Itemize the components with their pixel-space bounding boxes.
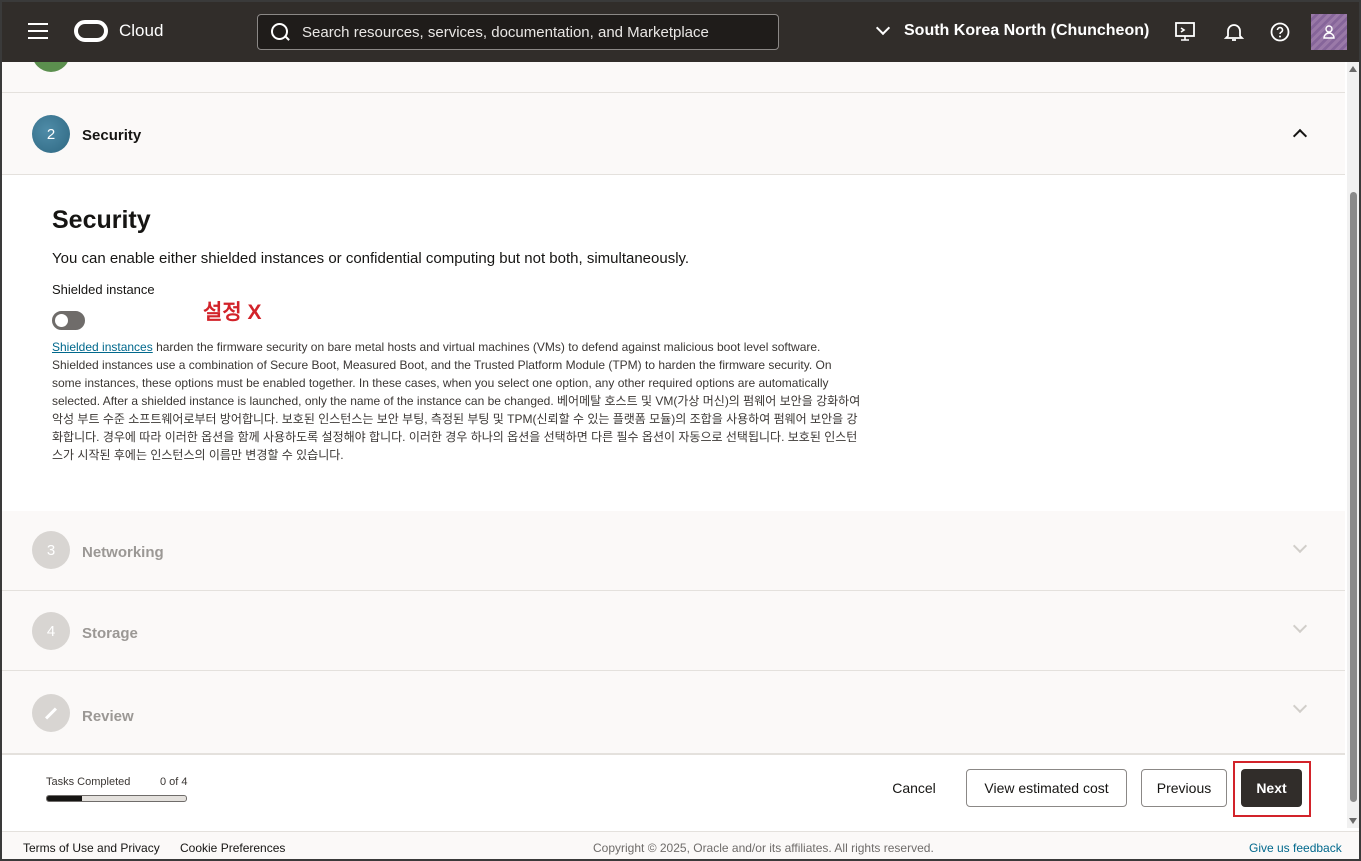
vertical-scrollbar[interactable] xyxy=(1347,62,1359,828)
tasks-completed-label: Tasks Completed xyxy=(46,776,131,788)
security-description: You can enable either shielded instances… xyxy=(52,250,690,267)
user-avatar-icon[interactable] xyxy=(1311,14,1347,50)
review-step-circle xyxy=(32,694,70,732)
chevron-down-icon[interactable] xyxy=(1292,698,1308,714)
search-input[interactable] xyxy=(302,23,762,41)
cancel-button[interactable]: Cancel xyxy=(882,769,946,807)
scroll-up-arrow-icon[interactable] xyxy=(1349,66,1357,72)
security-heading: Security xyxy=(52,206,151,234)
brand-name: Cloud xyxy=(119,21,164,40)
chevron-down-icon xyxy=(875,20,891,36)
region-name: South Korea North (Chuncheon) xyxy=(904,22,1150,39)
pencil-icon xyxy=(44,706,58,720)
step-title-storage: Storage xyxy=(82,625,138,642)
step-2-circle: 2 xyxy=(32,115,70,153)
top-navigation-bar: Cloud South Korea North (Chuncheon) xyxy=(2,2,1359,62)
shielded-help-body: harden the firmware security on bare met… xyxy=(52,340,861,462)
step-title-security: Security xyxy=(82,127,142,144)
step-3-circle: 3 xyxy=(32,531,70,569)
cookie-preferences-link[interactable]: Cookie Preferences xyxy=(180,841,285,855)
step-title-review: Review xyxy=(82,708,134,725)
shielded-help-text: Shielded instances harden the firmware s… xyxy=(52,338,862,464)
copyright-text: Copyright © 2025, Oracle and/or its affi… xyxy=(593,841,934,855)
tasks-progress-fill xyxy=(47,796,82,801)
tasks-progress-bar xyxy=(46,795,187,802)
next-button[interactable]: Next xyxy=(1241,769,1302,807)
step-title-networking: Networking xyxy=(82,544,164,561)
step-4-circle: 4 xyxy=(32,612,70,650)
bell-icon[interactable] xyxy=(1222,20,1246,44)
search-bar[interactable] xyxy=(257,14,779,50)
shielded-instances-link[interactable]: Shielded instances xyxy=(52,340,153,354)
step-header-storage[interactable]: 4 Storage xyxy=(2,591,1345,671)
oracle-logo-icon xyxy=(74,20,108,42)
give-feedback-link[interactable]: Give us feedback xyxy=(1249,841,1342,855)
wizard-footer: Tasks Completed 0 of 4 Cancel View estim… xyxy=(2,754,1345,828)
previous-button[interactable]: Previous xyxy=(1141,769,1227,807)
help-icon[interactable] xyxy=(1268,20,1292,44)
scroll-down-arrow-icon[interactable] xyxy=(1349,818,1357,824)
chevron-down-icon[interactable] xyxy=(1292,538,1308,554)
step-header-networking[interactable]: 3 Networking xyxy=(2,511,1345,591)
view-estimated-cost-button[interactable]: View estimated cost xyxy=(966,769,1127,807)
wizard-content: 2 Security Security You can enable eithe… xyxy=(2,62,1347,828)
hamburger-menu-icon[interactable] xyxy=(28,23,48,39)
step-1-circle xyxy=(32,62,70,72)
step-header-review[interactable]: Review xyxy=(2,671,1345,754)
previous-step-header[interactable] xyxy=(2,62,1345,93)
region-selector[interactable]: South Korea North (Chuncheon) xyxy=(875,20,1150,40)
shielded-instance-label: Shielded instance xyxy=(52,282,155,297)
tasks-completed-count: 0 of 4 xyxy=(160,776,188,788)
shielded-instance-toggle[interactable] xyxy=(52,311,85,330)
terms-link[interactable]: Terms of Use and Privacy xyxy=(23,841,160,855)
page-footer: Terms of Use and Privacy Cookie Preferen… xyxy=(2,831,1359,859)
oracle-cloud-logo[interactable]: Cloud xyxy=(74,20,163,42)
security-panel: Security You can enable either shielded … xyxy=(2,175,1345,511)
cloud-shell-icon[interactable] xyxy=(1173,20,1197,44)
chevron-down-icon[interactable] xyxy=(1292,618,1308,634)
annotation-text: 설정 X xyxy=(203,301,262,324)
step-header-security[interactable]: 2 Security xyxy=(2,93,1345,175)
scroll-thumb[interactable] xyxy=(1350,192,1357,802)
chevron-up-icon[interactable] xyxy=(1292,128,1308,144)
search-icon xyxy=(270,22,290,42)
